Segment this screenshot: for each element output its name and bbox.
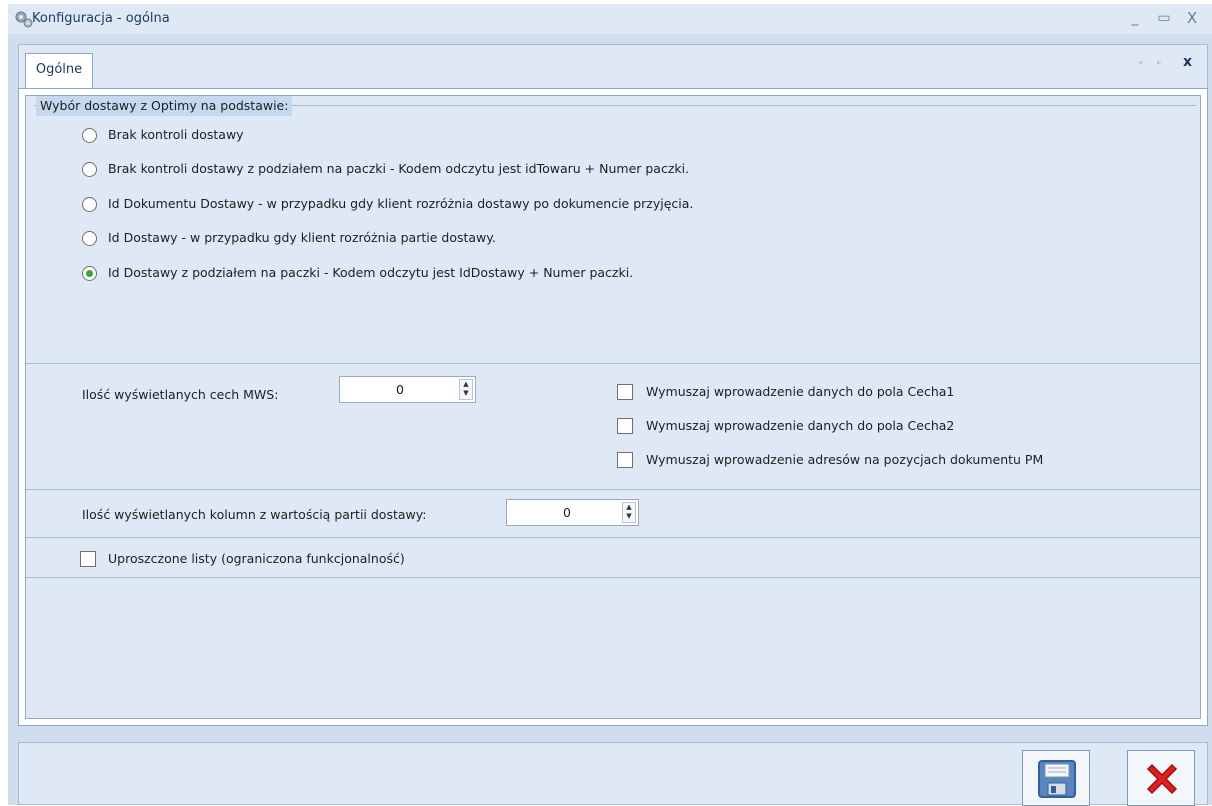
close-window-button[interactable]: X bbox=[1181, 8, 1203, 28]
red-x-icon bbox=[1146, 763, 1178, 795]
columns-count-spinner[interactable]: 0 ▲ ▼ bbox=[506, 499, 639, 526]
delivery-group-legend: Wybór dostawy z Optimy na podstawie: bbox=[36, 96, 293, 116]
radio-label[interactable]: Id Dokumentu Dostawy - w przypadku gdy k… bbox=[108, 196, 693, 211]
columns-count-label: Ilość wyświetlanych kolumn z wartością p… bbox=[82, 507, 427, 522]
spin-arrows-icon[interactable]: ▲ ▼ bbox=[459, 379, 473, 400]
force-pm-address-checkbox[interactable] bbox=[617, 452, 633, 468]
radio-label[interactable]: Brak kontroli dostawy bbox=[108, 127, 244, 142]
cancel-button[interactable] bbox=[1127, 750, 1195, 806]
gears-icon bbox=[14, 10, 34, 28]
mws-section: Ilość wyświetlanych cech MWS: 0 ▲ ▼ Wymus… bbox=[26, 364, 1200, 490]
config-window: Konfiguracja - ogólna _ ▭ X Ogólne ◂ ▸ x… bbox=[8, 4, 1212, 806]
save-button[interactable] bbox=[1022, 750, 1090, 806]
columns-section: Ilość wyświetlanych kolumn z wartością p… bbox=[26, 490, 1200, 538]
simplified-lists-checkbox[interactable] bbox=[80, 551, 96, 567]
spin-arrows-icon[interactable]: ▲ ▼ bbox=[622, 502, 636, 523]
radio-button[interactable] bbox=[82, 162, 97, 177]
action-bar bbox=[18, 742, 1208, 806]
tab-page: Wybór dostawy z Optimy na podstawie: Bra… bbox=[18, 88, 1208, 726]
window-title: Konfiguracja - ogólna bbox=[32, 11, 170, 26]
title-bar: Konfiguracja - ogólna _ ▭ X bbox=[8, 4, 1212, 34]
mws-count-spinner[interactable]: 0 ▲ ▼ bbox=[339, 376, 476, 403]
delivery-group: Wybór dostawy z Optimy na podstawie: Bra… bbox=[26, 96, 1200, 364]
mws-count-value[interactable]: 0 bbox=[340, 382, 460, 397]
settings-panel: Wybór dostawy z Optimy na podstawie: Bra… bbox=[25, 95, 1201, 719]
tab-scroll-left-icon[interactable]: ◂ bbox=[1138, 58, 1143, 68]
radio-label[interactable]: Id Dostawy z podziałem na paczki - Kodem… bbox=[108, 265, 633, 280]
floppy-disk-icon bbox=[1038, 760, 1076, 798]
radio-button[interactable] bbox=[82, 266, 97, 281]
tab-strip: Ogólne ◂ ▸ x bbox=[18, 44, 1208, 90]
radio-button[interactable] bbox=[82, 128, 97, 143]
tab-general[interactable]: Ogólne bbox=[25, 53, 93, 90]
force-cecha2-checkbox[interactable] bbox=[617, 418, 633, 434]
columns-count-value[interactable]: 0 bbox=[507, 505, 627, 520]
maximize-button[interactable]: ▭ bbox=[1153, 8, 1175, 28]
force-cecha2-label[interactable]: Wymuszaj wprowadzenie danych do pola Cec… bbox=[646, 418, 954, 433]
simplified-section: Uproszczone listy (ograniczona funkcjona… bbox=[26, 538, 1200, 578]
force-cecha1-checkbox[interactable] bbox=[617, 384, 633, 400]
tab-close-button[interactable]: x bbox=[1183, 54, 1192, 70]
radio-label[interactable]: Brak kontroli dostawy z podziałem na pac… bbox=[108, 161, 689, 176]
radio-label[interactable]: Id Dostawy - w przypadku gdy klient rozr… bbox=[108, 230, 496, 245]
minimize-button[interactable]: _ bbox=[1124, 8, 1146, 28]
tab-scroll-right-icon[interactable]: ▸ bbox=[1157, 58, 1162, 68]
radio-button[interactable] bbox=[82, 197, 97, 212]
radio-button[interactable] bbox=[82, 231, 97, 246]
force-pm-address-label[interactable]: Wymuszaj wprowadzenie adresów na pozycja… bbox=[646, 452, 1043, 467]
simplified-lists-label[interactable]: Uproszczone listy (ograniczona funkcjona… bbox=[108, 551, 405, 566]
force-cecha1-label[interactable]: Wymuszaj wprowadzenie danych do pola Cec… bbox=[646, 384, 954, 399]
mws-count-label: Ilość wyświetlanych cech MWS: bbox=[82, 387, 279, 402]
